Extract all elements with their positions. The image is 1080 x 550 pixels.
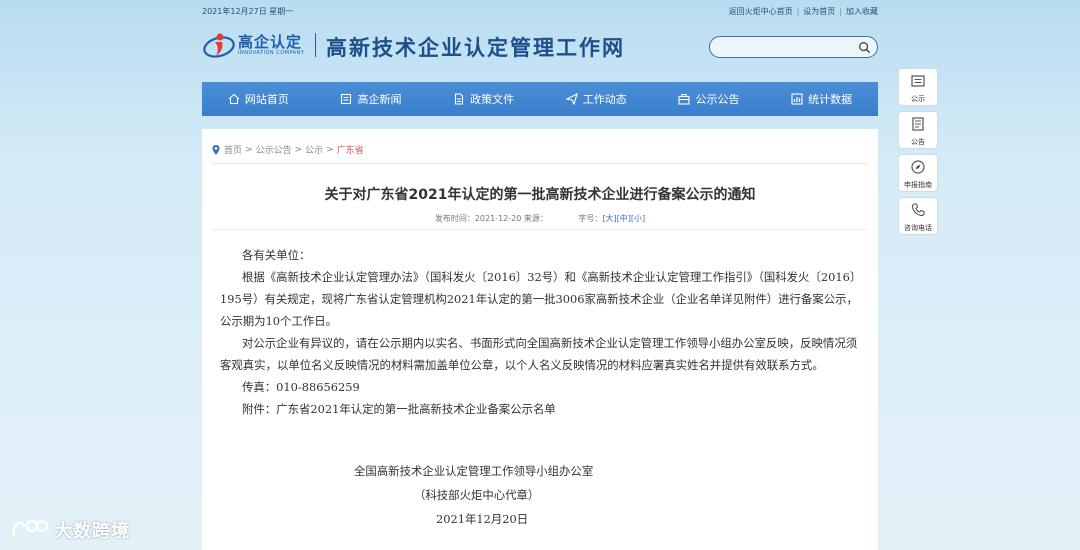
fax-line: 传真：010-88656259 [242, 380, 360, 394]
breadcrumb-current[interactable]: 广东省 [337, 143, 364, 156]
nav-stats[interactable]: 统计数据 [783, 82, 860, 116]
article-meta: 发布时间：2021-12-20 来源： 字号：[大][中][小] [202, 213, 878, 224]
logo-text: 高企认定 [238, 33, 303, 51]
font-large-button[interactable]: [大] [602, 214, 616, 223]
notice-icon [911, 75, 925, 87]
breadcrumb: 首页 > 公示公告 > 公示 > 广东省 [212, 143, 364, 156]
nav-policy-label: 政策文件 [470, 93, 515, 106]
main-nav: 网站首页 高企新闻 政策文件 工作动态 公示公告 统计数据 [202, 82, 878, 116]
publish-info: 发布时间：2021-12-20 来源： [434, 214, 548, 223]
location-pin-icon [212, 144, 220, 155]
set-homepage-link[interactable]: 设为首页 [803, 7, 835, 16]
site-title: 高新技术企业认定管理工作网 [326, 35, 625, 60]
nav-notice-label: 公示公告 [695, 93, 740, 106]
breadcrumb-divider [212, 163, 868, 164]
side-phone-button[interactable]: 咨询电话 [898, 197, 938, 235]
chart-icon [791, 93, 803, 105]
side-bulletin-button[interactable]: 公告 [898, 111, 938, 149]
article-panel: 首页 > 公示公告 > 公示 > 广东省 关于对广东省2021年认定的第一批高新… [202, 129, 878, 550]
watermark: 大数跨境 [10, 515, 130, 545]
breadcrumb-notices[interactable]: 公示公告 [256, 143, 292, 156]
side-phone-label: 咨询电话 [904, 224, 932, 232]
news-icon [341, 93, 352, 105]
attachment-line[interactable]: 附件：广东省2021年认定的第一批高新技术企业备案公示名单 [220, 398, 865, 420]
phone-icon [911, 203, 925, 217]
brand-logo-icon [12, 519, 49, 538]
top-links: 返回火炬中心首页 | 设为首页 | 加入收藏 [728, 7, 878, 16]
paper-plane-icon [565, 93, 578, 105]
logo-divider [315, 33, 316, 57]
search-box [709, 36, 878, 58]
side-guide-button[interactable]: 申报指南 [898, 154, 938, 192]
meta-divider [212, 229, 868, 230]
signature-org: 全国高新技术企业认定管理工作领导小组办公室 [354, 464, 594, 478]
search-icon[interactable] [858, 41, 871, 54]
nav-home[interactable]: 网站首页 [220, 82, 297, 116]
nav-work-label: 工作动态 [582, 93, 627, 106]
side-notice-button[interactable]: 公示 [898, 68, 938, 106]
briefcase-icon [678, 93, 691, 105]
font-size-label: 字号： [578, 214, 603, 223]
breadcrumb-home[interactable]: 首页 [224, 143, 242, 156]
top-bar: 2021年12月27日 星期一 返回火炬中心首页 | 设为首页 | 加入收藏 [202, 4, 878, 18]
side-guide-label: 申报指南 [904, 181, 932, 189]
signature-date: 2021年12月20日 [436, 512, 529, 526]
document-icon [455, 93, 464, 105]
nav-work[interactable]: 工作动态 [558, 82, 635, 116]
watermark-text: 大数跨境 [54, 521, 130, 542]
home-icon [228, 93, 240, 105]
font-medium-button[interactable]: [中] [617, 214, 631, 223]
salutation: 各有关单位： [242, 248, 311, 262]
nav-policy[interactable]: 政策文件 [445, 82, 522, 116]
nav-home-label: 网站首页 [244, 93, 289, 106]
nav-stats-label: 统计数据 [808, 93, 853, 106]
site-logo[interactable]: 高企认定 INNOVATION COMPANY 高新技术企业认定管理工作网 [202, 28, 642, 64]
bulletin-icon [912, 117, 924, 131]
side-notice-label: 公示 [911, 95, 925, 103]
paragraph-1: 根据《高新技术企业认定管理办法》（国科发火〔2016〕32号）和《高新技术企业认… [220, 270, 862, 328]
logo-mark-icon [203, 33, 235, 58]
back-to-torch-home-link[interactable]: 返回火炬中心首页 [729, 7, 793, 16]
compass-icon [911, 160, 925, 174]
nav-news[interactable]: 高企新闻 [332, 82, 409, 116]
nav-news-label: 高企新闻 [357, 93, 402, 106]
breadcrumb-public[interactable]: 公示 [305, 143, 323, 156]
article-body: 各有关单位： 根据《高新技术企业认定管理办法》（国科发火〔2016〕32号）和《… [220, 244, 865, 420]
article-title: 关于对广东省2021年认定的第一批高新技术企业进行备案公示的通知 [324, 187, 756, 203]
signature-sub: （科技部火炬中心代章） [414, 488, 540, 502]
search-input[interactable] [720, 40, 850, 55]
nav-notice[interactable]: 公示公告 [670, 82, 747, 116]
paragraph-2: 对公示企业有异议的，请在公示期内以实名、书面形式向全国高新技术企业认定管理工作领… [220, 336, 858, 372]
add-favorite-link[interactable]: 加入收藏 [846, 7, 878, 16]
logo-subtext: INNOVATION COMPANY [238, 50, 305, 56]
current-date: 2021年12月27日 星期一 [202, 7, 294, 16]
font-small-button[interactable]: [小] [631, 214, 645, 223]
side-bulletin-label: 公告 [911, 138, 925, 146]
